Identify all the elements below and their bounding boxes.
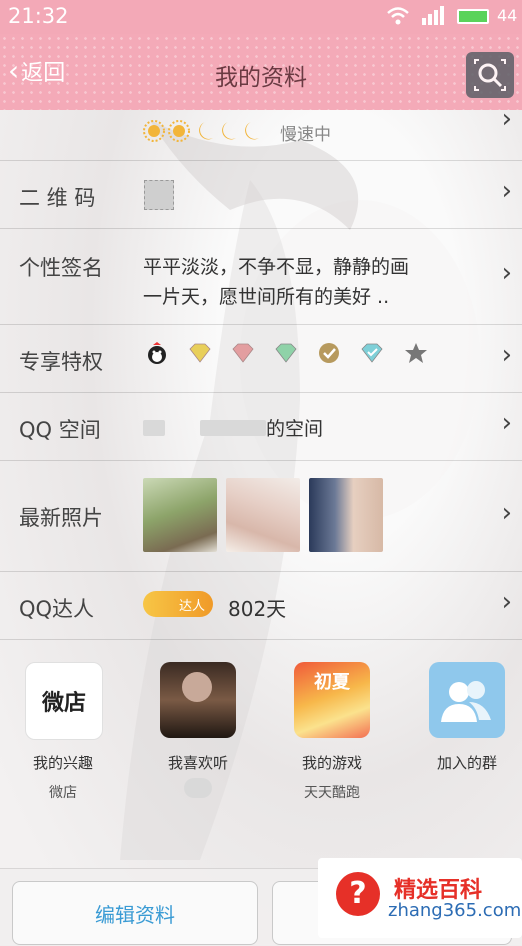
qrcode-row[interactable]: 二 维 码 › <box>0 160 522 229</box>
signal-icon <box>422 6 444 25</box>
music-tile-sub-masked <box>184 778 212 798</box>
qrcode-label: 二 维 码 <box>19 186 96 210</box>
question-mark-icon: ? <box>336 872 380 916</box>
qzone-name-masked-2 <box>200 420 266 436</box>
status-bar: 21:32 44 <box>0 0 522 34</box>
edit-profile-button[interactable]: 编辑资料 <box>12 881 258 945</box>
privileges-label: 专享特权 <box>19 350 103 374</box>
chevron-right-icon: › <box>501 408 512 438</box>
qzone-suffix: 的空间 <box>266 418 324 440</box>
talent-badge-text: 达人 <box>178 598 205 614</box>
zoom-search-button[interactable] <box>466 52 514 98</box>
game-tile-sub: 天天酷跑 <box>304 785 360 801</box>
blue-diamond-icon <box>361 343 383 363</box>
group-tile-icon[interactable] <box>429 662 505 738</box>
interest-tile-icon[interactable]: 微店 <box>25 662 103 740</box>
music-avatar-blur <box>182 672 212 702</box>
game-icon-text: 初夏 <box>314 672 350 693</box>
game-tile-label: 我的游戏 <box>301 754 362 772</box>
music-tile-icon[interactable] <box>160 662 236 738</box>
search-icon <box>474 59 506 91</box>
group-icon <box>441 681 491 722</box>
chevron-right-icon: › <box>501 340 512 370</box>
status-time: 21:32 <box>8 4 69 28</box>
talent-badge: 达人 <box>143 591 213 617</box>
yellow-diamond-icon <box>189 343 211 363</box>
signature-line-1: 平平淡淡，不争不显，静静的画 <box>143 256 410 278</box>
level-icons <box>143 120 259 142</box>
chevron-right-icon: › <box>501 498 512 528</box>
level-text: 慢速中 <box>280 125 331 145</box>
red-diamond-icon <box>232 343 254 363</box>
chevron-right-icon: › <box>501 587 512 617</box>
privileges-row[interactable]: 专享特权 › <box>0 324 522 393</box>
chevron-right-icon: › <box>501 176 512 206</box>
chevron-right-icon: › <box>501 104 512 134</box>
interest-tile-sub: 微店 <box>49 785 77 801</box>
signature-line-2: 一片天，愿世间所有的美好 .. <box>143 286 390 308</box>
qzone-name-masked <box>143 420 165 436</box>
talent-days: 802天 <box>228 597 287 621</box>
photos-row[interactable]: 最新照片 › <box>0 460 522 572</box>
group-tile-label: 加入的群 <box>436 754 497 772</box>
green-diamond-icon <box>275 343 297 363</box>
signature-label: 个性签名 <box>19 256 103 280</box>
watermark: ? 精选百科 zhang365.com <box>318 858 522 938</box>
photos-label: 最新照片 <box>19 506 103 530</box>
talent-label: QQ达人 <box>19 597 95 621</box>
interest-tile-label: 我的兴趣 <box>32 754 93 772</box>
privilege-icons <box>143 342 440 364</box>
watermark-url: zhang365.com <box>388 900 522 921</box>
battery-icon <box>457 9 489 24</box>
qrcode-icon <box>144 180 174 210</box>
qzone-row[interactable]: QQ 空间 的空间 › <box>0 392 522 461</box>
chevron-right-icon: › <box>501 258 512 288</box>
battery-text: 44 <box>497 6 518 25</box>
qq-penguin-icon <box>148 342 166 364</box>
photo-thumbnail[interactable] <box>309 478 383 552</box>
star-icon <box>404 343 427 363</box>
level-row[interactable]: 慢速中 › <box>0 104 522 161</box>
qzone-label: QQ 空间 <box>19 418 101 442</box>
weidian-icon-text: 微店 <box>41 691 86 716</box>
badge-check-icon <box>319 343 340 363</box>
page-title: 我的资料 <box>215 65 307 91</box>
signature-row[interactable]: 个性签名 平平淡淡，不争不显，静静的画 一片天，愿世间所有的美好 .. › <box>0 228 522 325</box>
photo-thumbnail[interactable] <box>226 478 300 552</box>
wifi-icon <box>387 7 409 25</box>
game-tile-icon[interactable]: 初夏 <box>294 662 370 738</box>
talent-row[interactable]: QQ达人 达人 802天 › <box>0 571 522 640</box>
music-tile-label: 我喜欢听 <box>167 754 228 772</box>
photo-thumbnail[interactable] <box>143 478 217 552</box>
nav-bar: ‹ 返回 我的资料 <box>0 34 522 110</box>
